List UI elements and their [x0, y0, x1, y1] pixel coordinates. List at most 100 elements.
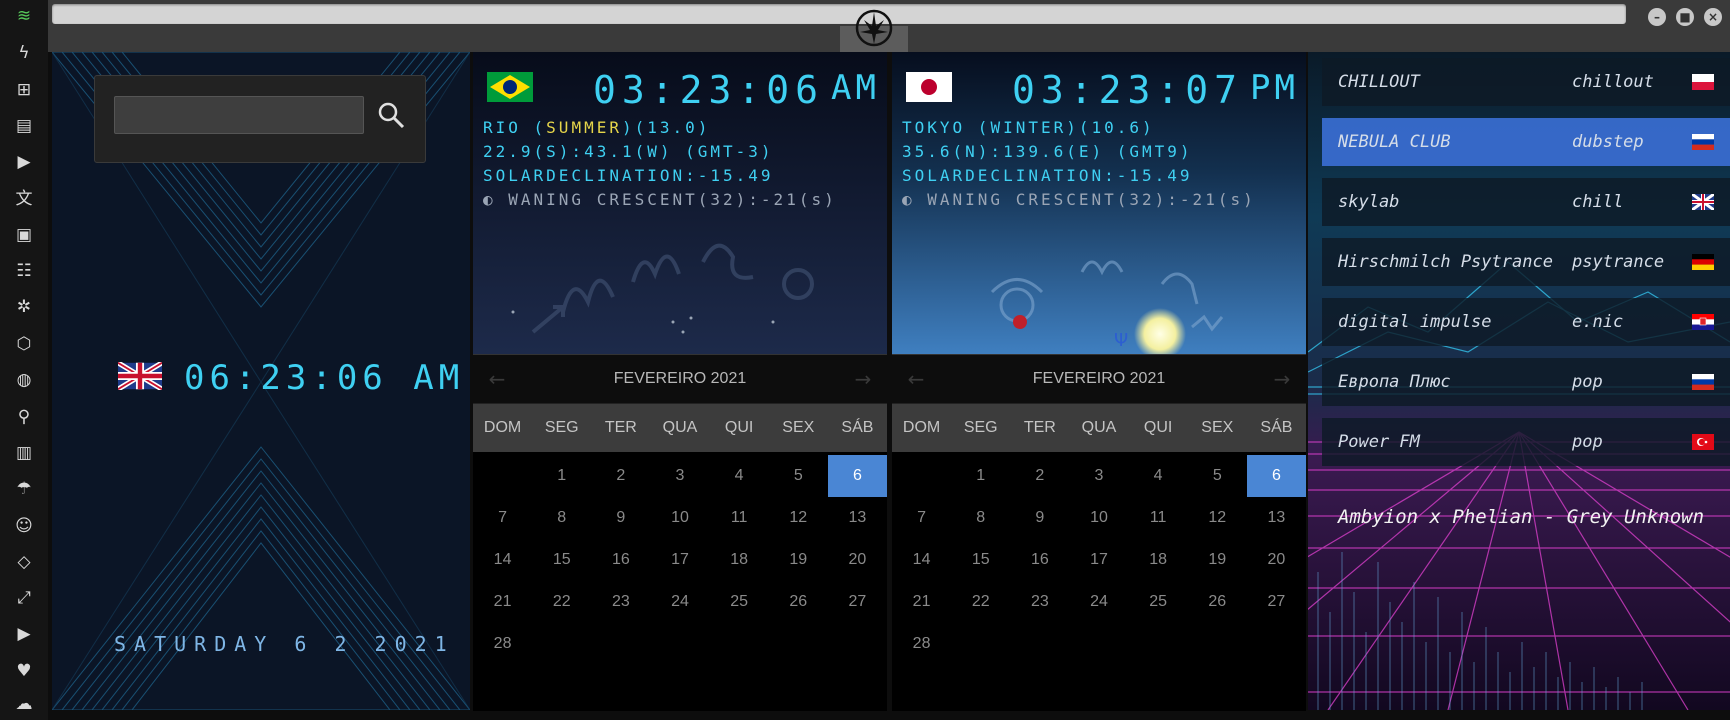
calendar-day[interactable]: 13: [828, 497, 887, 539]
weekday-header: DOM SEG TER QUA QUI SEX SÁB: [473, 404, 887, 452]
calendar-day[interactable]: 22: [532, 581, 591, 623]
radio-panel: CHILLOUT chillout NEBULA CLUB dubstep skylab…: [1308, 52, 1730, 710]
hexagon-icon[interactable]: ⬡: [10, 330, 38, 358]
calendar-day[interactable]: 9: [591, 497, 650, 539]
calendar-day[interactable]: 27: [1247, 581, 1306, 623]
calendar-day[interactable]: 27: [828, 581, 887, 623]
minimize-button[interactable]: –: [1648, 8, 1666, 26]
calendar-day[interactable]: 16: [1010, 539, 1069, 581]
prev-month-button[interactable]: ←: [904, 367, 928, 391]
search-icon[interactable]: ⚲: [10, 403, 38, 431]
radio-station-row[interactable]: Европа Плюс pop: [1322, 358, 1730, 406]
calendar-day[interactable]: 23: [591, 581, 650, 623]
maximize-button[interactable]: ■: [1676, 8, 1694, 26]
calendar-day[interactable]: 5: [1188, 455, 1247, 497]
calendar-day[interactable]: 12: [1188, 497, 1247, 539]
calendar-grid: 1 2 3 4 5 6 7 8 9 10 11 12 13 14 15 16 17 18 19 20 21 22 23 24 2…: [473, 455, 887, 665]
calendar-day[interactable]: 4: [1129, 455, 1188, 497]
address-bar[interactable]: [52, 4, 1626, 24]
wifi-icon[interactable]: ≋: [10, 2, 38, 30]
calendar-day[interactable]: 9: [1010, 497, 1069, 539]
calendar-day[interactable]: 26: [1188, 581, 1247, 623]
radio-station-row[interactable]: CHILLOUT chillout: [1322, 58, 1730, 106]
search-icon[interactable]: [376, 100, 406, 130]
calendar-day[interactable]: 11: [710, 497, 769, 539]
calendar-day[interactable]: 5: [769, 455, 828, 497]
calendar-day-today[interactable]: 6: [1246, 455, 1306, 497]
calendar-day[interactable]: 1: [951, 455, 1010, 497]
calendar-day[interactable]: 12: [769, 497, 828, 539]
lightning-icon[interactable]: ϟ: [10, 39, 38, 67]
calendar-day[interactable]: 19: [769, 539, 828, 581]
next-month-button[interactable]: →: [851, 367, 875, 391]
calendar-day[interactable]: 28: [473, 623, 532, 665]
calendar-day[interactable]: 21: [892, 581, 951, 623]
calendar-day[interactable]: 18: [1129, 539, 1188, 581]
calendar-day-today[interactable]: 6: [827, 455, 887, 497]
news-icon[interactable]: ☷: [10, 257, 38, 285]
map-icon[interactable]: ▥: [10, 439, 38, 467]
calendar-day[interactable]: 13: [1247, 497, 1306, 539]
svg-text:Ψ: Ψ: [1114, 330, 1128, 351]
settings-icon[interactable]: ✲: [10, 293, 38, 321]
calendar-day[interactable]: 20: [1247, 539, 1306, 581]
radio-station-row[interactable]: digital impulse e.nic: [1322, 298, 1730, 346]
calendar-day[interactable]: 25: [710, 581, 769, 623]
calendar-day[interactable]: 4: [710, 455, 769, 497]
radio-station-row[interactable]: Hirschmilch Psytrance psytrance: [1322, 238, 1730, 286]
heart-icon[interactable]: ♥: [10, 657, 38, 685]
calendar-day[interactable]: 15: [532, 539, 591, 581]
calendar-day[interactable]: 10: [1069, 497, 1128, 539]
calendar-day[interactable]: 25: [1129, 581, 1188, 623]
umbrella-icon[interactable]: ☂: [10, 475, 38, 503]
cloud-icon[interactable]: ☁: [10, 690, 38, 718]
calendar-day[interactable]: 17: [650, 539, 709, 581]
calendar-day[interactable]: 2: [1010, 455, 1069, 497]
search-input[interactable]: [114, 96, 364, 134]
windows-icon[interactable]: ⊞: [10, 76, 38, 104]
radio-station-row[interactable]: Power FM pop: [1322, 418, 1730, 466]
fullscreen-icon[interactable]: ⤢: [10, 584, 38, 612]
calendar-day[interactable]: 19: [1188, 539, 1247, 581]
calendar-day[interactable]: 24: [1069, 581, 1128, 623]
calendar-day[interactable]: 11: [1129, 497, 1188, 539]
contacts-icon[interactable]: ☺: [10, 512, 38, 540]
calendar-day[interactable]: 7: [892, 497, 951, 539]
calendar-day[interactable]: 15: [951, 539, 1010, 581]
calendar-day[interactable]: 3: [650, 455, 709, 497]
archive-icon[interactable]: ▤: [10, 112, 38, 140]
radio-station-row[interactable]: NEBULA CLUB dubstep: [1322, 118, 1730, 166]
calendar-day[interactable]: 23: [1010, 581, 1069, 623]
globe-icon[interactable]: ◍: [10, 366, 38, 394]
youtube-icon[interactable]: ▶: [10, 620, 38, 648]
calendar-day[interactable]: 20: [828, 539, 887, 581]
calendar-day[interactable]: 22: [951, 581, 1010, 623]
calendar-day[interactable]: 26: [769, 581, 828, 623]
translate-icon[interactable]: 文: [10, 185, 38, 213]
calendar-day[interactable]: 7: [473, 497, 532, 539]
calendar-day[interactable]: 1: [532, 455, 591, 497]
calendar-day[interactable]: 21: [473, 581, 532, 623]
calendar-day[interactable]: 14: [473, 539, 532, 581]
calendar-day[interactable]: 17: [1069, 539, 1128, 581]
calendar-day[interactable]: 28: [892, 623, 951, 665]
calendar-day[interactable]: 16: [591, 539, 650, 581]
play-icon[interactable]: ▶: [10, 148, 38, 176]
close-button[interactable]: ×: [1704, 8, 1722, 26]
calendar-day[interactable]: 8: [951, 497, 1010, 539]
calendar-day[interactable]: 18: [710, 539, 769, 581]
station-name: Power FM: [1338, 432, 1420, 452]
calendar-day[interactable]: 3: [1069, 455, 1128, 497]
calendar-day[interactable]: 24: [650, 581, 709, 623]
next-month-button[interactable]: →: [1270, 367, 1294, 391]
code-icon[interactable]: ◇: [10, 548, 38, 576]
calendar-day[interactable]: 8: [532, 497, 591, 539]
calendar-day[interactable]: 2: [591, 455, 650, 497]
image-icon[interactable]: ▣: [10, 221, 38, 249]
prev-month-button[interactable]: ←: [485, 367, 509, 391]
calendar-day[interactable]: 14: [892, 539, 951, 581]
calendar-day[interactable]: 10: [650, 497, 709, 539]
moon-phase: ◐ WANING CRESCENT(32):-21(s): [902, 190, 1256, 209]
radio-station-row[interactable]: skylab chill: [1322, 178, 1730, 226]
russia-flag-icon: [1692, 134, 1714, 150]
